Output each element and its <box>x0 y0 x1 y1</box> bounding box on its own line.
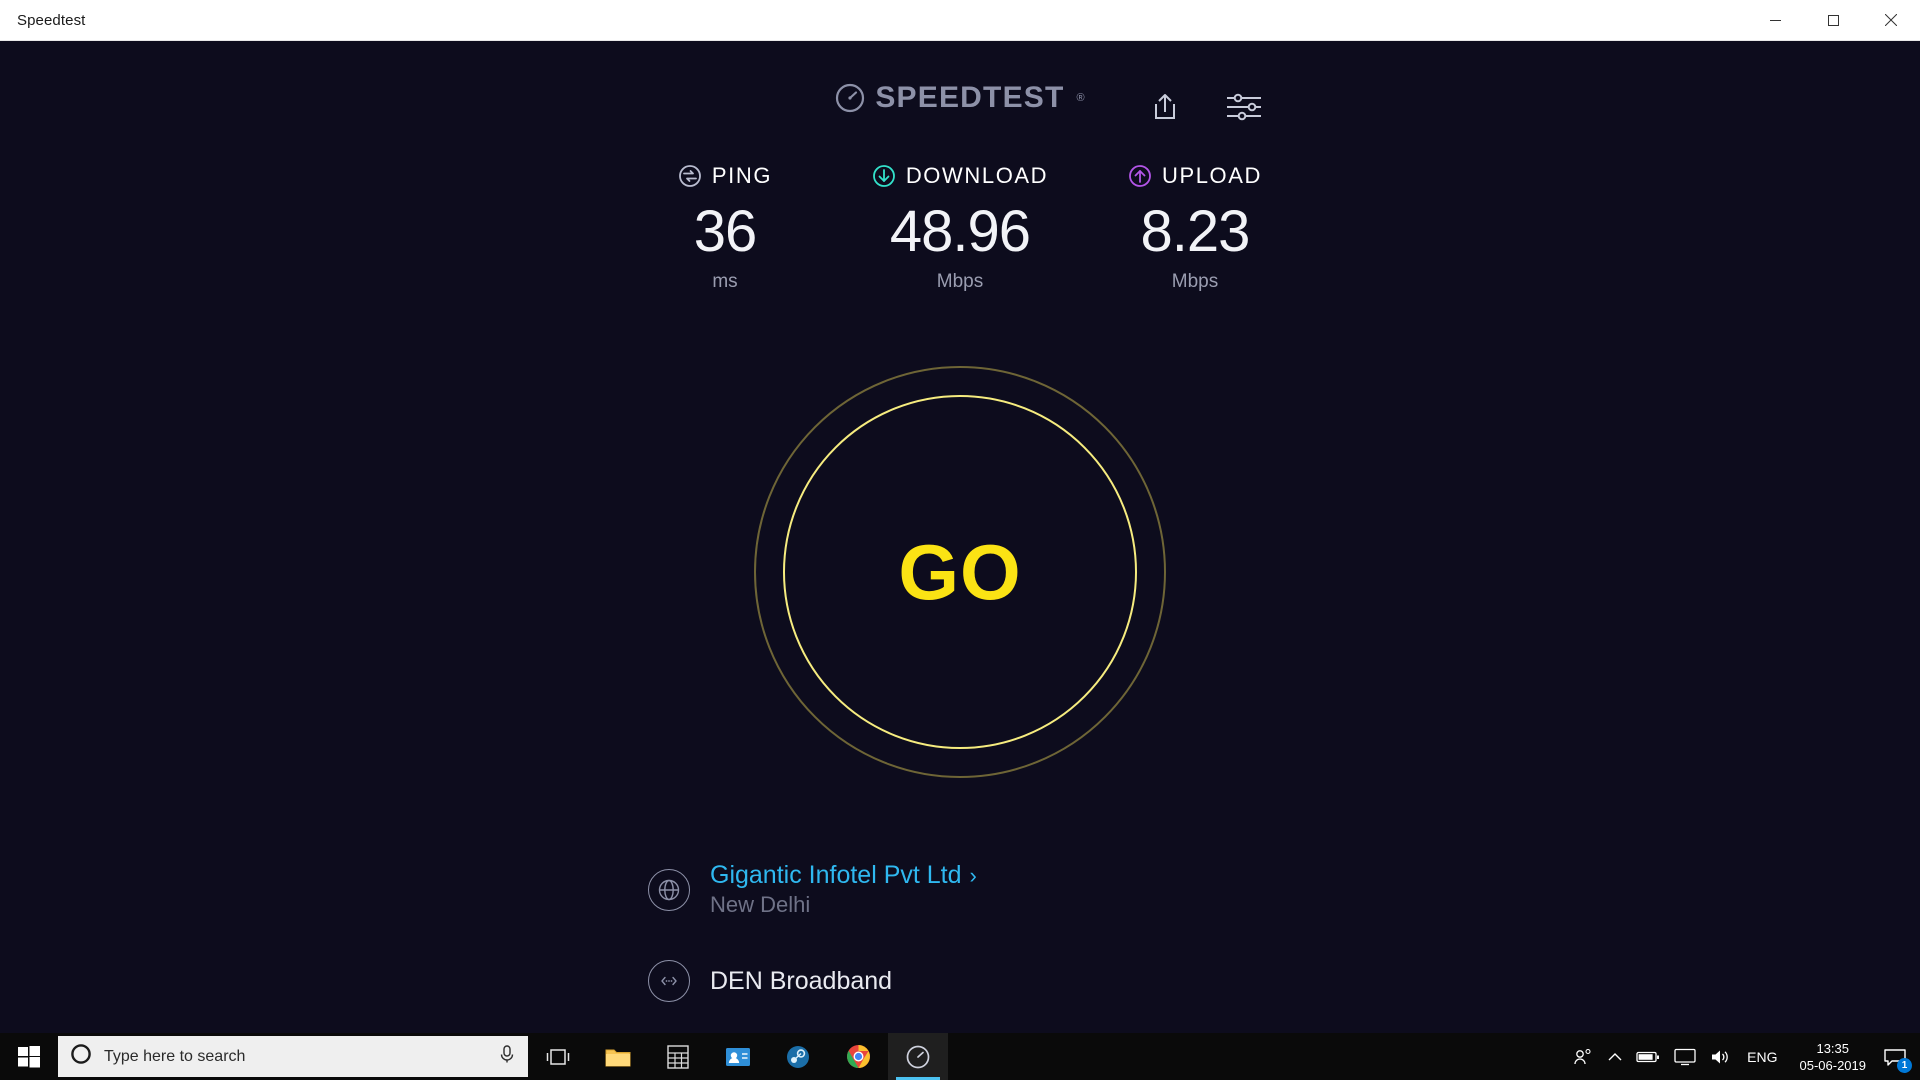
speedometer-icon <box>836 83 865 113</box>
metric-ping-header: PING <box>615 161 835 191</box>
show-hidden-icons-chevron[interactable] <box>1601 1033 1629 1080</box>
start-button[interactable] <box>0 1033 58 1080</box>
brand-name: SPEEDTEST <box>875 81 1065 114</box>
app-header: SPEEDTEST ® <box>0 68 1920 128</box>
taskbar-clock[interactable]: 13:35 05-06-2019 <box>1788 1040 1879 1074</box>
isp-city: New Delhi <box>710 892 811 917</box>
minimize-button[interactable] <box>1746 0 1804 41</box>
upload-arrow-icon <box>1129 165 1151 187</box>
task-view-button[interactable] <box>528 1033 588 1080</box>
metric-upload-label: UPLOAD <box>1161 163 1263 188</box>
close-button[interactable] <box>1862 0 1920 41</box>
metric-download-label: DOWNLOAD <box>905 163 1049 188</box>
system-tray: ENG 13:35 05-06-2019 1 <box>1565 1033 1920 1080</box>
volume-icon[interactable] <box>1703 1033 1737 1080</box>
share-icon[interactable] <box>1150 91 1180 128</box>
metric-download: DOWNLOAD 48.96 Mbps <box>835 161 1085 293</box>
notification-count-badge: 1 <box>1897 1058 1912 1073</box>
isp-name-link[interactable]: Gigantic Infotel Pvt Ltd › <box>710 861 977 890</box>
download-arrow-icon <box>872 165 895 187</box>
isp-name: Gigantic Infotel Pvt Ltd <box>710 861 962 889</box>
maximize-button[interactable] <box>1804 0 1862 41</box>
taskbar-search[interactable]: Type here to search <box>58 1036 528 1077</box>
metric-ping-unit: ms <box>712 271 738 292</box>
brand-trademark: ® <box>1076 92 1085 104</box>
go-button-label[interactable]: GO <box>754 366 1166 778</box>
calculator-button[interactable] <box>648 1033 708 1080</box>
metric-download-header: DOWNLOAD <box>835 161 1085 191</box>
people-icon[interactable] <box>1565 1033 1601 1080</box>
settings-sliders-icon[interactable] <box>1226 92 1262 127</box>
window-title: Speedtest <box>17 11 86 29</box>
clock-time: 13:35 <box>1816 1040 1850 1056</box>
go-button[interactable]: GO <box>754 366 1166 778</box>
file-explorer-button[interactable] <box>588 1033 648 1080</box>
speedtest-logo: SPEEDTEST ® <box>835 81 1085 115</box>
window-title-bar: Speedtest <box>0 0 1920 41</box>
metric-download-value: 48.96 <box>889 199 1031 264</box>
isp-text: Gigantic Infotel Pvt Ltd › New Delhi <box>710 861 977 918</box>
server-name: DEN Broadband <box>710 966 893 995</box>
server-row[interactable]: DEN Broadband <box>648 960 977 1002</box>
ping-icon <box>679 165 701 187</box>
cortana-icon <box>70 1043 92 1070</box>
connection-info: Gigantic Infotel Pvt Ltd › New Delhi DEN… <box>648 861 977 1002</box>
windows-taskbar: Type here to search ENG 13:35 05-06-2019… <box>0 1033 1920 1080</box>
battery-icon[interactable] <box>1629 1033 1667 1080</box>
globe-icon <box>648 868 690 911</box>
speedtest-taskbar-button[interactable] <box>888 1033 948 1080</box>
speedtest-app: SPEEDTEST ® PING 36 ms DOWNLOAD 48.96 Mb… <box>0 41 1920 1041</box>
isp-row[interactable]: Gigantic Infotel Pvt Ltd › New Delhi <box>648 861 977 918</box>
metric-download-unit: Mbps <box>936 271 984 292</box>
metric-upload-value: 8.23 <box>1140 199 1251 264</box>
display-icon[interactable] <box>1667 1033 1703 1080</box>
server-connection-icon <box>648 960 690 1002</box>
clock-date: 05-06-2019 <box>1799 1057 1867 1073</box>
contacts-button[interactable] <box>708 1033 768 1080</box>
language-indicator[interactable]: ENG <box>1737 1049 1787 1065</box>
search-input[interactable]: Type here to search <box>104 1048 486 1066</box>
google-chrome-button[interactable] <box>828 1033 888 1080</box>
notification-center-button[interactable]: 1 <box>1878 1033 1920 1080</box>
metric-upload-unit: Mbps <box>1171 271 1219 292</box>
steam-button[interactable] <box>768 1033 828 1080</box>
microphone-icon[interactable] <box>498 1044 516 1069</box>
chevron-right-icon: › <box>969 862 977 888</box>
header-actions <box>1150 91 1262 128</box>
metric-ping-label: PING <box>711 163 773 188</box>
metric-ping: PING 36 ms <box>615 161 835 293</box>
metric-upload-header: UPLOAD <box>1085 161 1305 191</box>
metric-upload: UPLOAD 8.23 Mbps <box>1085 161 1305 293</box>
window-controls <box>1746 0 1920 41</box>
metric-ping-value: 36 <box>693 199 758 264</box>
metrics-row: PING 36 ms DOWNLOAD 48.96 Mbps UPLOAD 8.… <box>0 161 1920 293</box>
